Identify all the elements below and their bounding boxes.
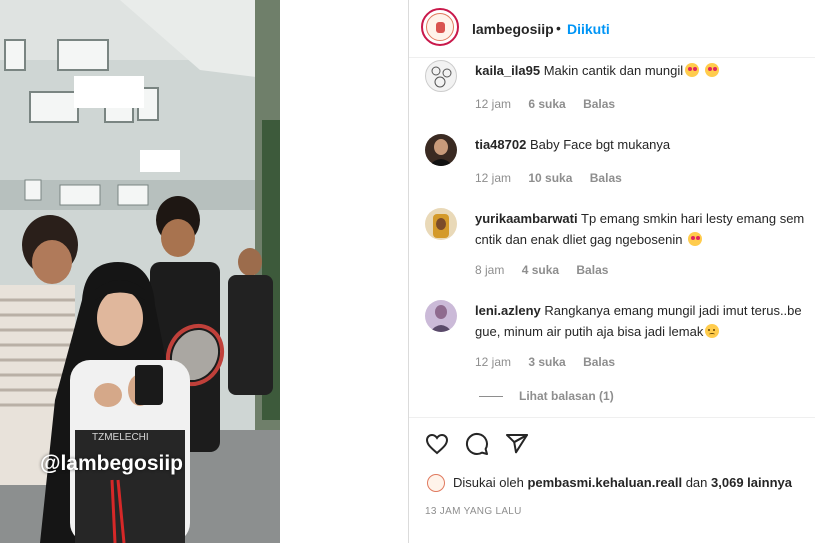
- comment-time[interactable]: 12 jam: [475, 171, 511, 185]
- comment-meta: 12 jam 3 suka Balas: [475, 355, 629, 369]
- comment-time[interactable]: 12 jam: [475, 97, 511, 111]
- comment-avatar[interactable]: [425, 134, 457, 166]
- comment-text: leni.azleny Rangkanya emang mungil jadi …: [475, 300, 815, 342]
- comment-likes[interactable]: 10 suka: [528, 171, 572, 185]
- reply-button[interactable]: Balas: [590, 171, 622, 185]
- gutter: [280, 0, 408, 543]
- reply-button[interactable]: Balas: [583, 97, 615, 111]
- comment-username[interactable]: leni.azleny: [475, 303, 541, 318]
- post-timestamp[interactable]: 13 JAM YANG LALU: [425, 506, 522, 517]
- post-side-panel: lambegosiip • Diikuti kaila_ila95 Makin …: [409, 0, 815, 543]
- comment-text: yurikaambarwati Tp emang smkin hari lest…: [475, 208, 815, 250]
- sub-watermark: TZMELECHI: [92, 432, 149, 443]
- comment-text: tia48702 Baby Face bgt mukanya: [475, 134, 815, 155]
- comment-body: Tp emang smkin hari lesty emang sem: [581, 211, 805, 226]
- floral-avatar-icon: [431, 66, 452, 88]
- user-photo-icon: [430, 305, 452, 332]
- comment-avatar[interactable]: [425, 300, 457, 332]
- comment-username[interactable]: tia48702: [475, 137, 526, 152]
- liker-avatar[interactable]: [427, 474, 445, 492]
- comment-meta: 12 jam 6 suka Balas: [475, 97, 629, 111]
- view-replies-line: [479, 396, 503, 397]
- reply-button[interactable]: Balas: [576, 263, 608, 277]
- share-icon[interactable]: [505, 432, 529, 456]
- post-header: lambegosiip • Diikuti: [409, 0, 815, 58]
- liker-username[interactable]: pembasmi.kehaluan.reall: [527, 475, 682, 490]
- comment-text: kaila_ila95 Makin cantik dan mungil: [475, 60, 815, 81]
- likes-prefix: Disukai oleh: [453, 475, 524, 490]
- comment-username[interactable]: yurikaambarwati: [475, 211, 578, 226]
- account-avatar[interactable]: [421, 8, 459, 46]
- comment-icon[interactable]: [465, 432, 489, 456]
- comment-body-line2: gue, minum air putih aja bisa jadi lemak: [475, 324, 704, 339]
- separator-dot: •: [556, 20, 561, 36]
- heart-eyes-emoji-icon: [685, 63, 700, 77]
- reply-button[interactable]: Balas: [583, 355, 615, 369]
- comment-time[interactable]: 12 jam: [475, 355, 511, 369]
- user-photo-icon: [433, 214, 449, 238]
- video-watermark: @lambegosiip: [40, 452, 184, 475]
- pleading-face-emoji-icon: [705, 324, 720, 338]
- comment-likes[interactable]: 6 suka: [528, 97, 565, 111]
- likes-summary: Disukai oleh pembasmi.kehaluan.reall dan…: [453, 475, 792, 490]
- comment-avatar[interactable]: [425, 208, 457, 240]
- comment-body: Rangkanya emang mungil jadi imut terus..…: [544, 303, 802, 318]
- likes-middle: dan: [685, 475, 708, 490]
- comment-avatar[interactable]: [425, 60, 457, 92]
- comment-username[interactable]: kaila_ila95: [475, 63, 540, 78]
- comment-body: Makin cantik dan mungil: [543, 63, 684, 78]
- likes-count[interactable]: 3,069 lainnya: [711, 475, 792, 490]
- view-replies-button[interactable]: Lihat balasan (1): [519, 389, 614, 403]
- comment-meta: 12 jam 10 suka Balas: [475, 171, 636, 185]
- post-video[interactable]: TZMELECHI @lambegosiip: [0, 0, 280, 543]
- comment-body-line2: cntik dan enak dliet gag ngebosenin: [475, 232, 683, 247]
- account-username[interactable]: lambegosiip: [472, 21, 554, 37]
- heart-eyes-emoji-icon: [688, 232, 703, 246]
- comment-meta: 8 jam 4 suka Balas: [475, 263, 622, 277]
- comment-likes[interactable]: 3 suka: [528, 355, 565, 369]
- user-photo-icon: [429, 139, 453, 166]
- comment-body: Baby Face bgt mukanya: [529, 137, 671, 152]
- heart-icon[interactable]: [425, 432, 449, 456]
- comment-time[interactable]: 8 jam: [475, 263, 504, 277]
- following-button[interactable]: Diikuti: [567, 21, 610, 37]
- comment-likes[interactable]: 4 suka: [522, 263, 559, 277]
- post-actions: Disukai oleh pembasmi.kehaluan.reall dan…: [409, 417, 815, 543]
- heart-eyes-emoji-icon: [704, 63, 719, 77]
